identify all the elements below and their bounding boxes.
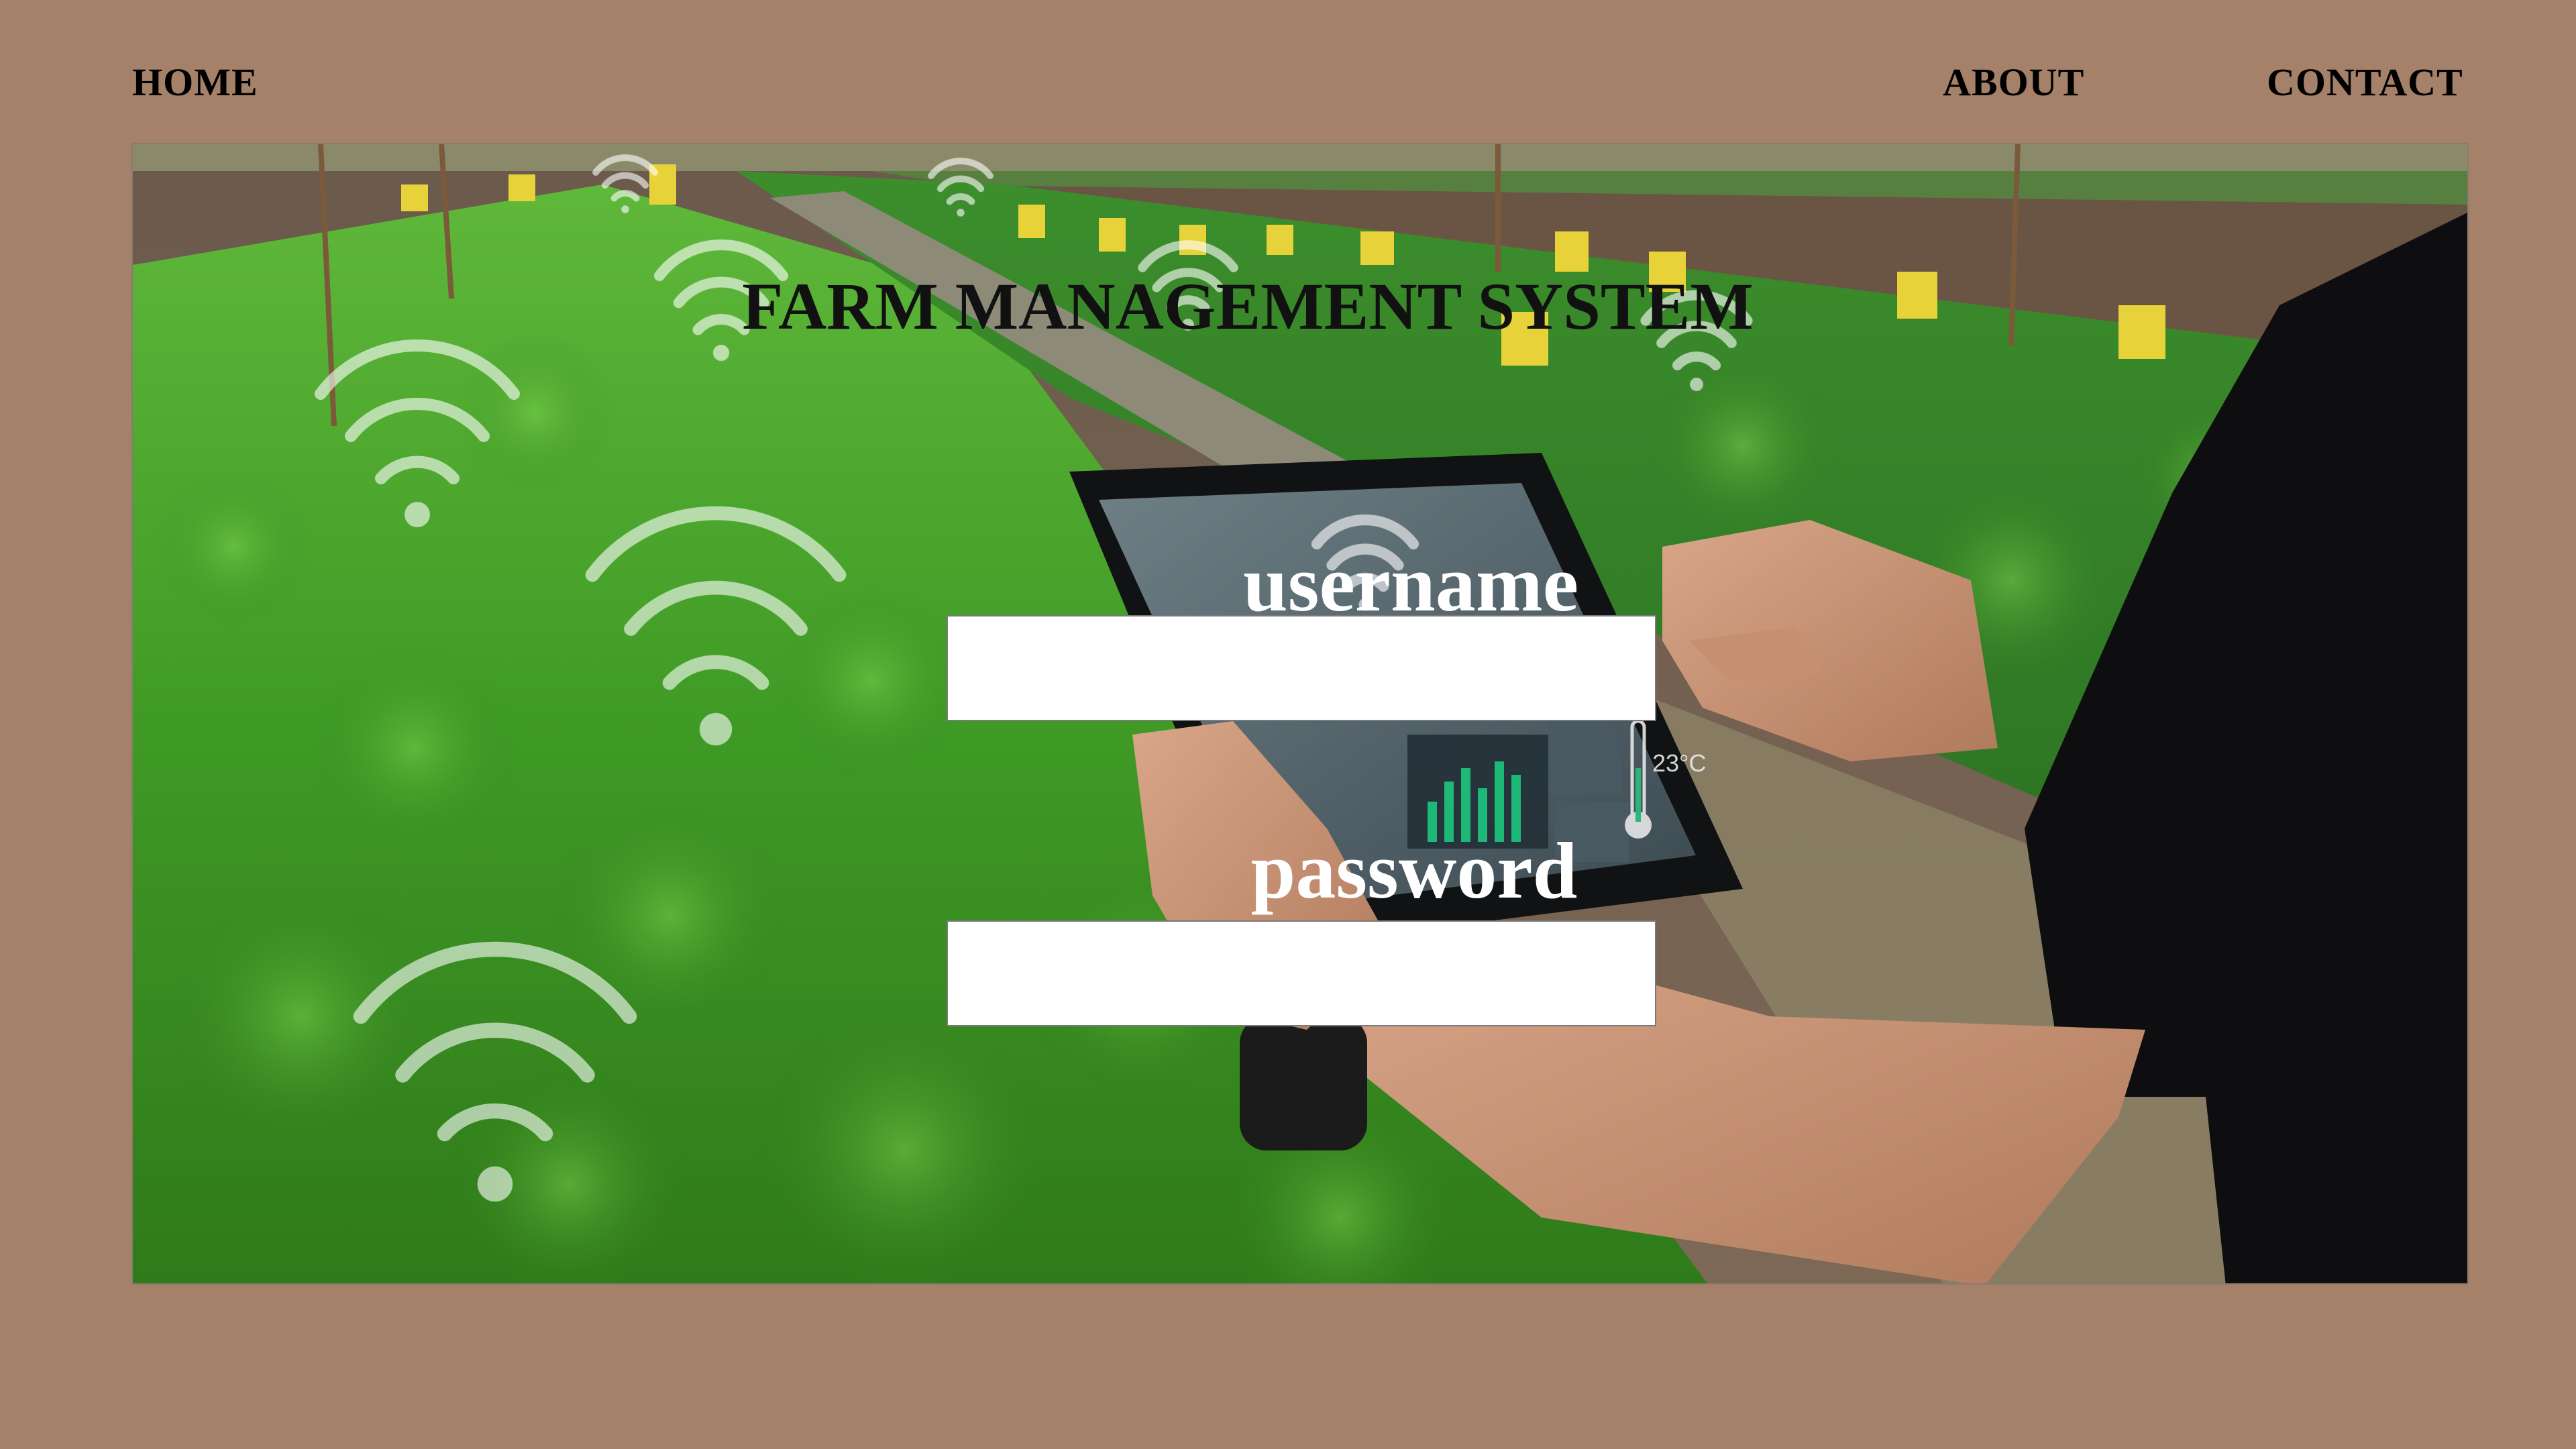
username-input[interactable] [947,615,1656,721]
tablet-temperature-text: 23°C [1652,749,1706,777]
nav-home-link[interactable]: HOME [132,59,258,106]
username-label: username [1243,539,1578,628]
password-label: password [1250,826,1578,915]
nav-contact-link[interactable]: CONTACT [2267,59,2463,106]
page-title: FARM MANAGEMENT SYSTEM [742,269,1754,343]
nav-about-link[interactable]: ABOUT [1943,59,2084,106]
password-input[interactable] [947,920,1656,1026]
hero-banner: 23°C FARM MANAGEMENT SYSTEM username pas… [131,143,2469,1285]
